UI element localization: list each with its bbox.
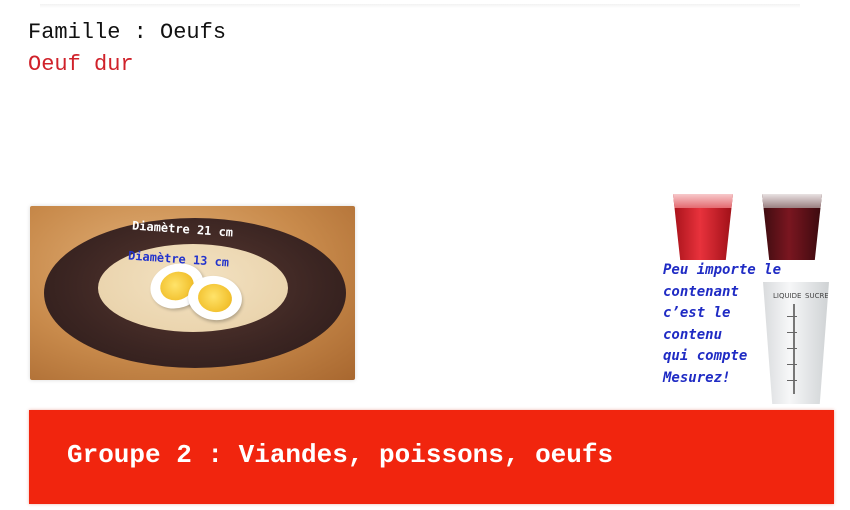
top-divider — [40, 4, 800, 8]
family-title: Famille : Oeufs — [28, 20, 227, 45]
note-line: qui compte — [663, 348, 748, 364]
note-line: Peu importe le — [663, 262, 782, 278]
note-line: contenant — [663, 283, 739, 300]
measure-note: Peu importe le contenant c’est le conten… — [663, 260, 843, 389]
note-line: contenu — [663, 326, 723, 343]
red-cup-image — [673, 194, 733, 260]
group-banner-text: Groupe 2 : Viandes, poissons, oeufs — [67, 440, 614, 470]
note-line: Mesurez! — [663, 369, 731, 386]
plate-photo: Diamètre 21 cm Diamètre 13 cm — [30, 206, 355, 380]
yolk — [196, 281, 234, 315]
group-banner: Groupe 2 : Viandes, poissons, oeufs — [29, 410, 834, 504]
note-line: c’est le — [663, 305, 731, 321]
dark-red-cup-image — [762, 194, 822, 260]
recipe-title: Oeuf dur — [28, 52, 134, 77]
